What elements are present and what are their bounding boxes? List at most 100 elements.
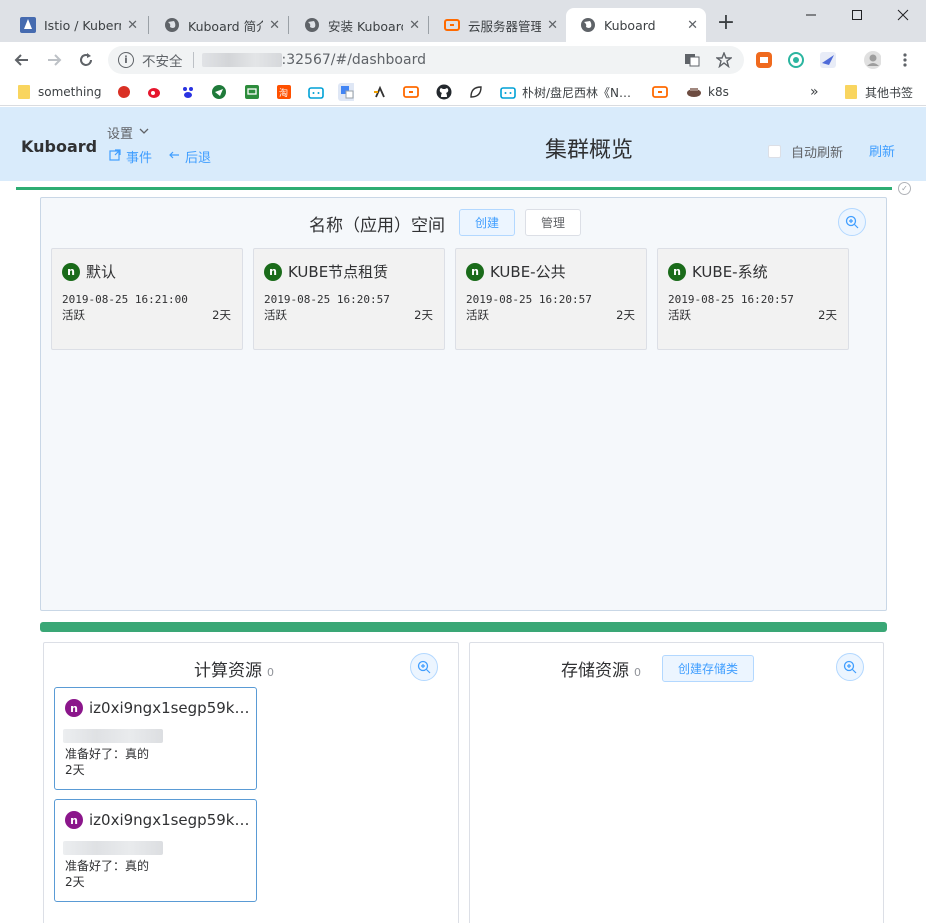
new-tab-button[interactable]: + xyxy=(714,12,738,36)
other-bookmarks[interactable]: 其他书签 xyxy=(843,83,913,101)
bookmark-k8s[interactable]: k8s xyxy=(686,83,729,101)
namespace-created: 2019-08-25 16:20:57 xyxy=(668,293,794,306)
globe-icon xyxy=(304,17,320,33)
namespace-card-kube-public[interactable]: n KUBE-公共 2019-08-25 16:20:57 活跃 2天 xyxy=(455,248,647,350)
forward-arrow-icon[interactable] xyxy=(42,48,66,72)
security-label: 不安全 xyxy=(142,54,183,70)
settings-dropdown[interactable]: 设置 xyxy=(107,123,149,142)
namespace-created: 2019-08-25 16:20:57 xyxy=(466,293,592,306)
translate-icon[interactable] xyxy=(683,51,701,69)
page-title: 集群概览 xyxy=(545,138,634,163)
bookmark-lambda[interactable] xyxy=(372,83,394,101)
tab-title: Istio / Kubern xyxy=(44,17,122,33)
tab-separator xyxy=(148,16,149,34)
bookmark-bilibili[interactable] xyxy=(308,83,330,101)
close-icon[interactable]: ✕ xyxy=(127,18,138,33)
namespace-card-kube-node-lease[interactable]: n KUBE节点租赁 2019-08-25 16:20:57 活跃 2天 xyxy=(253,248,445,350)
bookmark-something[interactable]: something xyxy=(16,83,102,101)
events-link[interactable]: 事件 xyxy=(109,147,152,166)
node-ready-status: 准备好了：真的 xyxy=(65,859,150,873)
compute-resources-panel: 计算资源 0 n iz0xi9ngx1segp59k… 准备好了：真的 2天 n… xyxy=(43,642,459,923)
browser-tab-install-kuboard[interactable]: 安装 Kuboard ✕ xyxy=(290,8,428,42)
address-bar[interactable]: i 不安全 :32567/#/dashboard xyxy=(108,46,744,74)
bookmark-telegram[interactable] xyxy=(211,83,233,101)
brand-logo[interactable]: Kuboard xyxy=(21,137,97,156)
namespace-age: 2天 xyxy=(616,308,635,322)
back-arrow-icon[interactable] xyxy=(10,48,34,72)
close-icon[interactable]: ✕ xyxy=(409,18,420,33)
extension-globe-icon[interactable] xyxy=(787,51,805,69)
node-age: 2天 xyxy=(65,875,85,889)
globe-icon xyxy=(164,17,180,33)
external-link-icon xyxy=(109,148,121,165)
bookmark-label: 朴树/盘尼西林《N… xyxy=(522,85,632,100)
extension-bird-icon[interactable] xyxy=(819,51,837,69)
bookmark-weibo[interactable] xyxy=(147,83,169,101)
browser-tab-cloud-server[interactable]: 云服务器管理 ✕ xyxy=(430,8,566,42)
aliyun-icon xyxy=(652,84,668,100)
auto-refresh-toggle[interactable]: 自动刷新 xyxy=(768,142,843,161)
tab-separator xyxy=(288,16,289,34)
bilibili-icon xyxy=(500,84,516,100)
folder-icon xyxy=(843,84,859,100)
storage-count: 0 xyxy=(634,666,641,679)
profile-avatar-icon[interactable] xyxy=(863,51,881,69)
manage-namespace-button[interactable]: 管理 xyxy=(525,209,581,236)
close-icon[interactable]: ✕ xyxy=(687,18,698,33)
refresh-button[interactable]: 刷新 xyxy=(869,141,895,160)
compute-panel-title: 计算资源 0 xyxy=(194,656,274,681)
reload-icon[interactable] xyxy=(74,48,98,72)
browser-tab-istio[interactable]: Istio / Kubern ✕ xyxy=(6,8,146,42)
namespace-name-text: KUBE节点租赁 xyxy=(288,263,389,281)
namespace-age: 2天 xyxy=(212,308,231,322)
node-name: n iz0xi9ngx1segp59k… xyxy=(65,699,249,717)
tab-title: 安装 Kuboard xyxy=(328,18,404,34)
maximize-icon[interactable] xyxy=(834,2,880,28)
namespace-card-kube-system[interactable]: n KUBE-系统 2019-08-25 16:20:57 活跃 2天 xyxy=(657,248,849,350)
bookmark-aliyun[interactable] xyxy=(403,83,425,101)
zoom-in-icon[interactable] xyxy=(410,653,438,681)
bookmark-leaf[interactable] xyxy=(468,83,490,101)
namespace-name-text: KUBE-公共 xyxy=(490,263,566,281)
bookmark-aliyun-2[interactable] xyxy=(652,83,674,101)
namespace-name: n KUBE-公共 xyxy=(466,261,566,282)
auto-refresh-checkbox[interactable] xyxy=(768,145,781,158)
bookmark-baidu[interactable] xyxy=(180,83,202,101)
close-icon[interactable]: ✕ xyxy=(269,18,280,33)
minimize-icon[interactable] xyxy=(788,2,834,28)
window-close-icon[interactable] xyxy=(880,2,926,28)
logo-red-icon xyxy=(116,84,132,100)
node-ip-redacted xyxy=(63,729,163,743)
create-storage-class-button[interactable]: 创建存储类 xyxy=(662,655,754,682)
bookmark-douban[interactable] xyxy=(244,83,266,101)
events-label: 事件 xyxy=(126,151,153,166)
bookmark-github[interactable] xyxy=(436,83,458,101)
zoom-in-icon[interactable] xyxy=(838,208,866,236)
google-translate-icon xyxy=(338,83,354,101)
weibo-icon xyxy=(147,84,163,100)
info-icon[interactable]: i xyxy=(118,52,134,68)
namespace-created: 2019-08-25 16:21:00 xyxy=(62,293,188,306)
extension-orange-icon[interactable] xyxy=(755,51,773,69)
url-host-redacted xyxy=(201,53,282,67)
browser-tab-kuboard-intro[interactable]: Kuboard 简介 ✕ xyxy=(150,8,288,42)
bookmark-bilibili-music[interactable]: 朴树/盘尼西林《N… xyxy=(500,83,631,101)
node-card[interactable]: n iz0xi9ngx1segp59k… 准备好了：真的 2天 xyxy=(54,687,257,790)
node-ip-redacted xyxy=(63,841,163,855)
close-icon[interactable]: ✕ xyxy=(547,18,558,33)
bookmarks-overflow-button[interactable]: » xyxy=(810,83,819,101)
chevron-down-icon xyxy=(139,125,149,140)
menu-kebab-icon[interactable] xyxy=(896,51,914,69)
create-namespace-button[interactable]: 创建 xyxy=(459,209,515,236)
node-card[interactable]: n iz0xi9ngx1segp59k… 准备好了：真的 2天 xyxy=(54,799,257,902)
bookmark-star-icon[interactable] xyxy=(715,51,733,69)
back-link[interactable]: 后退 xyxy=(168,147,211,166)
bookmark-translate[interactable] xyxy=(338,83,360,101)
browser-tab-kuboard[interactable]: Kuboard ✕ xyxy=(566,8,706,42)
bookmark-taobao[interactable]: 淘 xyxy=(276,83,298,101)
bookmark-weibo-red[interactable] xyxy=(116,83,138,101)
namespace-card-default[interactable]: n 默认 2019-08-25 16:21:00 活跃 2天 xyxy=(51,248,243,350)
arrow-left-icon xyxy=(168,149,180,165)
zoom-in-icon[interactable] xyxy=(836,653,864,681)
namespace-name-text: KUBE-系统 xyxy=(692,263,768,281)
